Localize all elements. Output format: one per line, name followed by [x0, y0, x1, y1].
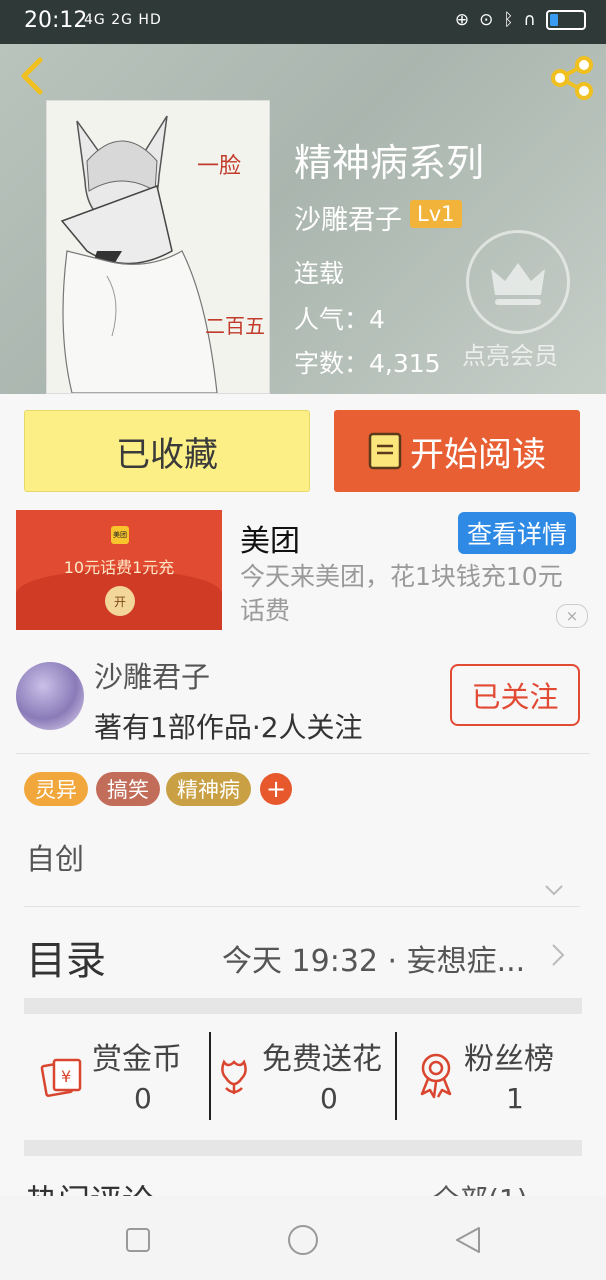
add-tag-button[interactable]: + — [260, 773, 292, 805]
serial-status: 连载 — [294, 259, 345, 288]
status-icons: ⊕ ⊙ ᛒ ∩ — [455, 10, 586, 30]
headphones-icon: ∩ — [523, 10, 536, 30]
chevron-right-icon[interactable] — [548, 942, 568, 968]
book-summary: 自创 — [26, 842, 85, 876]
home-icon[interactable] — [287, 1224, 319, 1256]
meituan-logo: 美团 — [111, 526, 129, 544]
author-level-badge: Lv1 — [410, 200, 462, 228]
ad-image-text: 10元话费1元充 — [63, 558, 175, 577]
catalog-label[interactable]: 目录 — [26, 928, 106, 986]
stat-value: 1 — [506, 1082, 524, 1115]
location-icon: ⊙ — [479, 10, 494, 30]
back-nav-icon[interactable] — [454, 1226, 482, 1254]
stat-value: 0 — [134, 1082, 152, 1115]
stat-fan-ranking[interactable]: 粉丝榜 1 — [410, 1034, 580, 1124]
start-reading-button[interactable]: 开始阅读 — [334, 410, 580, 492]
tag-jingshenbing[interactable]: 精神病 — [166, 772, 251, 806]
section-separator — [24, 998, 582, 1014]
start-reading-label: 开始阅读 — [410, 434, 546, 475]
status-bar: 20:12 4G 2G HD ⊕ ⊙ ᛒ ∩ — [0, 0, 606, 44]
popularity: 人气：4 — [294, 305, 385, 334]
vip-crown-icon[interactable] — [466, 230, 570, 334]
cover-illustration: 一脸 二百五 — [47, 101, 269, 393]
stat-label: 赏金币 — [92, 1042, 182, 1077]
avatar[interactable] — [16, 662, 84, 730]
book-author[interactable]: 沙雕君子 — [294, 198, 402, 237]
collect-button[interactable]: 已收藏 — [24, 410, 310, 492]
share-button[interactable] — [548, 54, 596, 102]
stat-label: 免费送花 — [262, 1042, 382, 1077]
ad-open-badge: 开 — [105, 586, 135, 616]
svg-text:二百五: 二百五 — [205, 314, 265, 338]
tag-lingyi[interactable]: 灵异 — [24, 772, 88, 806]
share-icon — [551, 56, 593, 100]
ad-details-button[interactable]: 查看详情 — [458, 512, 576, 554]
book-cover[interactable]: 一脸 二百五 — [46, 100, 270, 394]
ad-title[interactable]: 美团 — [240, 516, 300, 560]
book-icon — [368, 432, 402, 470]
stat-reward-coins[interactable]: ¥ 赏金币 0 — [36, 1034, 206, 1124]
stat-value: 0 — [320, 1082, 338, 1115]
bluetooth-icon: ᛒ — [503, 10, 514, 30]
coin-envelope-icon: ¥ — [40, 1058, 82, 1097]
book-title: 精神病系列 — [294, 141, 485, 185]
stat-divider — [395, 1032, 397, 1120]
svg-text:¥: ¥ — [61, 1067, 71, 1086]
svg-text:一脸: 一脸 — [197, 154, 241, 179]
stat-free-flowers[interactable]: 免费送花 0 — [210, 1034, 396, 1124]
divider — [24, 906, 580, 907]
system-nav-bar — [0, 1196, 606, 1280]
section-separator — [24, 1140, 582, 1156]
flower-icon — [221, 1059, 247, 1094]
medal-icon — [420, 1053, 452, 1099]
status-time: 20:12 — [24, 8, 88, 33]
follow-button[interactable]: 已关注 — [450, 664, 580, 726]
author-name[interactable]: 沙雕君子 — [94, 654, 210, 696]
lock-icon: ⊕ — [454, 10, 470, 30]
battery-icon — [546, 10, 586, 30]
stat-label: 粉丝榜 — [464, 1042, 554, 1077]
author-meta: 著有1部作品·2人关注 — [94, 711, 363, 744]
vip-label[interactable]: 点亮会员 — [462, 336, 558, 371]
recent-apps-icon[interactable] — [126, 1228, 150, 1252]
back-button[interactable] — [14, 56, 54, 96]
expand-chevron-icon[interactable] — [544, 880, 564, 900]
back-arrow-icon — [21, 57, 43, 95]
tag-gaoxiao[interactable]: 搞笑 — [96, 772, 160, 806]
ad-image[interactable]: 美团 10元话费1元充 开 — [16, 510, 222, 630]
catalog-latest-chapter[interactable]: 今天 19:32 · 妄想症... — [222, 936, 525, 980]
signal-indicators: 4G 2G HD — [84, 12, 162, 28]
ad-close-button[interactable]: × — [556, 604, 588, 628]
word-count: 字数：4,315 — [294, 349, 441, 378]
ad-description[interactable]: 今天来美团，花1块钱充10元话费 — [240, 560, 586, 628]
divider — [16, 753, 590, 754]
